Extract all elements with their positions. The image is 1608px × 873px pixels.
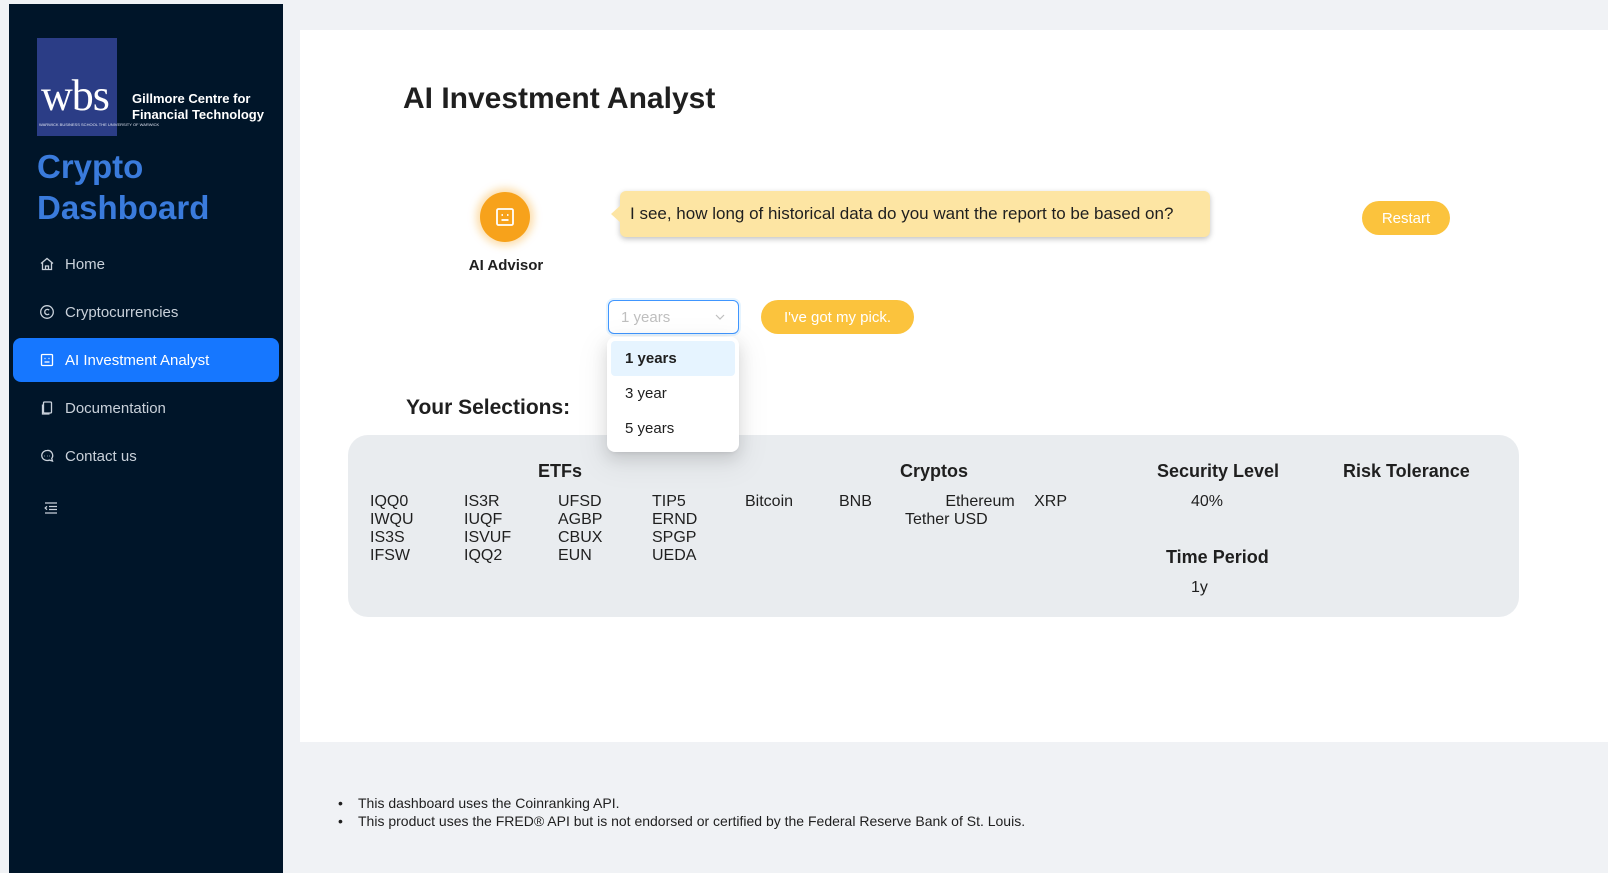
sidebar-item-label: Documentation [65,399,166,417]
robot-icon [39,352,55,368]
dropdown-option-5-years[interactable]: 5 years [611,411,735,446]
sidebar-menu: Home Cryptocurrencies AI Investment Anal… [13,242,279,482]
selections-panel: ETFs IQQ0 IS3R UFSD TIP5 IWQU IUQF AGBP … [348,435,1519,617]
security-level-value: 40% [1191,493,1224,510]
list-item: IQQ0 [370,493,409,510]
list-item: IS3R [464,493,500,510]
advisor-message-bubble: I see, how long of historical data do yo… [611,191,1210,237]
list-item: CBUX [558,529,603,546]
list-item: UEDA [652,547,697,564]
ai-advisor-label: AI Advisor [468,257,544,274]
time-period-dropdown: 1 years 3 year 5 years [607,337,739,452]
sidebar-item-ai-investment-analyst[interactable]: AI Investment Analyst [13,338,279,382]
list-item: BNB [839,493,872,510]
logo-centre-name: Gillmore Centre for Financial Technology [132,91,264,123]
sidebar-item-label: Contact us [65,447,137,465]
list-item: XRP [1034,493,1067,510]
brand-title-line1: Crypto [37,148,144,185]
list-item: Tether USD [905,511,988,528]
dropdown-option-1-years[interactable]: 1 years [611,341,735,376]
main-content: AI Investment Analyst AI Advisor I see, … [300,30,1608,742]
risk-tolerance-heading: Risk Tolerance [1343,461,1470,481]
list-item: ERND [652,511,698,528]
list-item: Ethereum [945,493,1015,510]
footer-notes: This dashboard uses the Coinranking API.… [338,794,1025,830]
crypto-list: Bitcoin BNB Ethereum XRP Tether USD [745,493,1075,529]
sidebar-item-documentation[interactable]: Documentation [13,386,279,430]
sidebar-item-label: AI Investment Analyst [65,351,210,369]
sidebar-item-cryptocurrencies[interactable]: Cryptocurrencies [13,290,279,334]
wbs-logo: wbs WARWICK BUSINESS SCHOOL THE UNIVERSI… [37,38,159,136]
brand-title-line2: Dashboard [37,189,210,226]
footer-note: This product uses the FRED® API but is n… [338,812,1025,830]
confirm-pick-button[interactable]: I've got my pick. [761,300,914,334]
ai-advisor-avatar [480,192,530,242]
time-period-heading: Time Period [1166,547,1269,567]
list-item: SPGP [652,529,697,546]
brand-title: Crypto Dashboard [37,146,209,228]
document-icon [39,400,55,416]
list-item: IUQF [464,511,503,528]
message-icon [39,448,55,464]
footer-note: This dashboard uses the Coinranking API. [338,794,1025,812]
time-period-select[interactable]: 1 years [608,300,739,334]
sidebar-item-label: Cryptocurrencies [65,303,179,321]
time-period-value: 1y [1191,579,1208,596]
list-item: IQQ2 [464,547,503,564]
copyright-icon [39,304,55,320]
sidebar: wbs WARWICK BUSINESS SCHOOL THE UNIVERSI… [9,4,283,873]
sidebar-item-home[interactable]: Home [13,242,279,286]
logo-centre-line1: Gillmore Centre for [132,91,251,106]
list-item: IWQU [370,511,414,528]
list-item: ISVUF [464,529,512,546]
list-item: EUN [558,547,592,564]
logo-wordmark: wbs [41,71,110,120]
etf-list: IQQ0 IS3R UFSD TIP5 IWQU IUQF AGBP ERND … [370,493,746,565]
sidebar-item-contact-us[interactable]: Contact us [13,434,279,478]
menu-fold-icon[interactable] [43,500,59,516]
chevron-down-icon [715,314,725,320]
selections-title: Your Selections: [406,396,571,419]
etfs-heading: ETFs [538,461,583,481]
restart-button[interactable]: Restart [1362,201,1450,235]
robot-icon [496,208,514,226]
list-item: IS3S [370,529,405,546]
list-item: UFSD [558,493,602,510]
list-item: TIP5 [652,493,686,510]
list-item: AGBP [558,511,603,528]
page-title: AI Investment Analyst [403,82,716,115]
cryptos-heading: Cryptos [900,461,969,481]
list-item: IFSW [370,547,410,564]
list-item: Bitcoin [745,493,794,510]
dropdown-option-3-year[interactable]: 3 year [611,376,735,411]
sidebar-item-label: Home [65,255,106,273]
home-icon [39,256,55,272]
logo-centre-line2: Financial Technology [132,107,264,122]
security-level-heading: Security Level [1157,461,1280,481]
select-placeholder: 1 years [621,308,671,326]
